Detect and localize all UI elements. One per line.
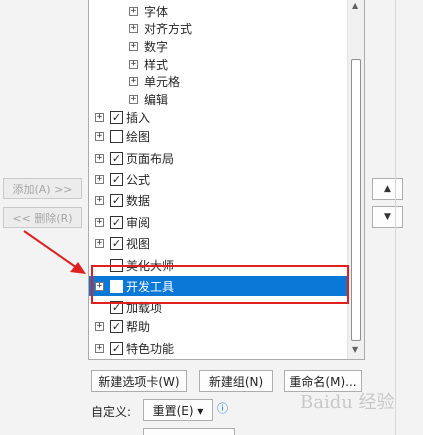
watermark: Baidu 经验 xyxy=(300,392,395,413)
annotation-arrow-icon xyxy=(23,230,86,274)
